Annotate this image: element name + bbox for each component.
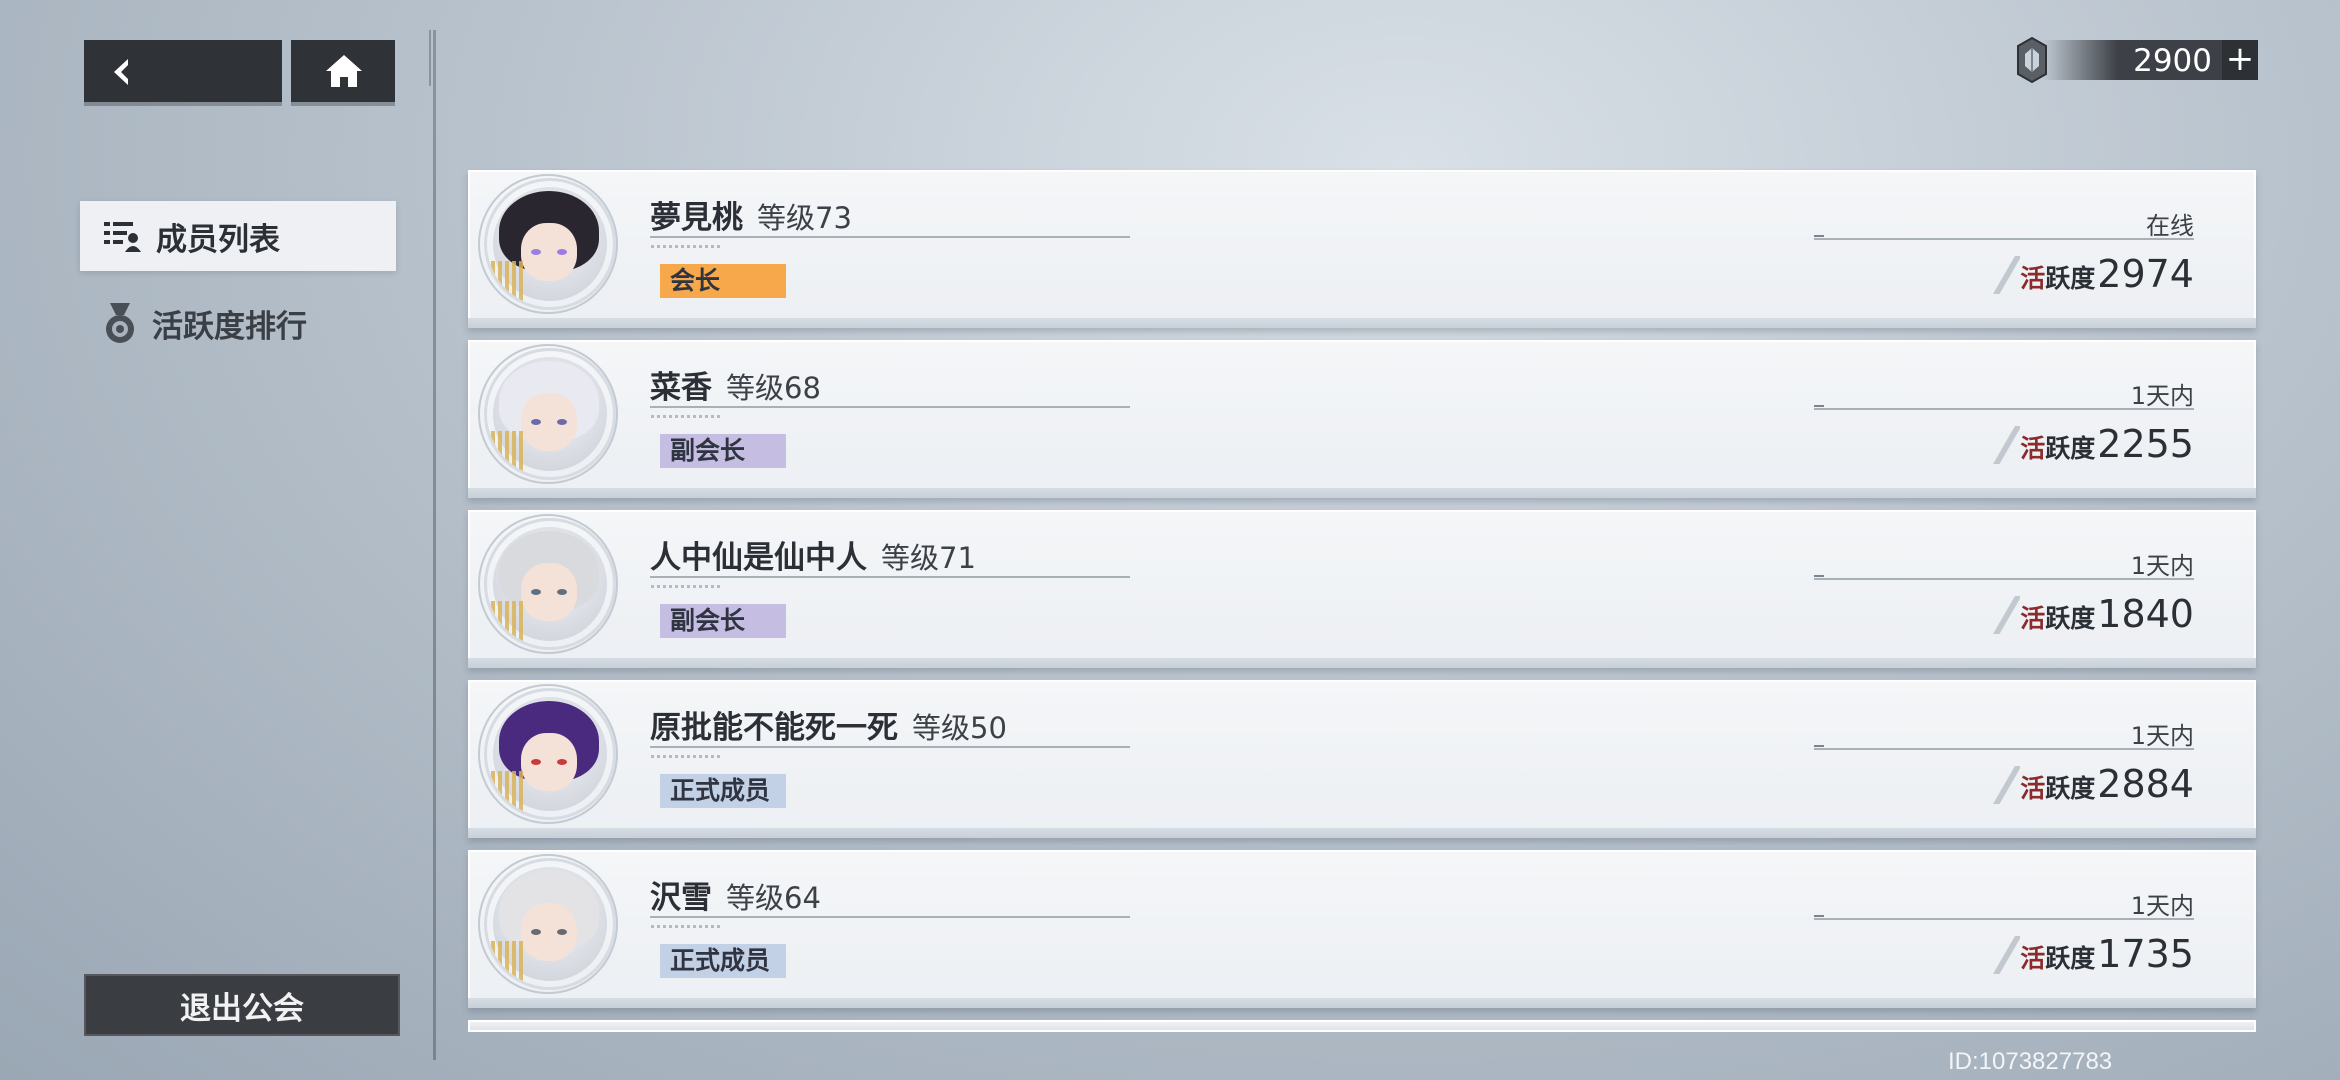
member-level: 等级73 [757, 201, 852, 235]
activity-label-rest: 跃度 [2045, 604, 2096, 633]
sidebar-item-label: 活跃度排行 [152, 308, 307, 345]
activity-label-rest: 跃度 [2045, 944, 2096, 973]
sidebar-item-member-list[interactable]: 成员列表 [80, 201, 396, 271]
member-level: 等级71 [881, 541, 976, 575]
activity-label-rest: 跃度 [2045, 774, 2096, 803]
add-currency-button[interactable]: + [2222, 40, 2258, 80]
member-name: 原批能不能死一死 [650, 710, 898, 746]
role-badge: 副会长 [660, 434, 786, 468]
name-underline-detail [651, 245, 721, 248]
status-underline [1814, 745, 2194, 750]
status-underline [1814, 575, 2194, 580]
activity-label-first: 活 [2020, 944, 2046, 973]
card-bottom-strip [468, 828, 2256, 838]
activity-value: 1735 [2097, 932, 2194, 976]
activity-label-rest: 跃度 [2045, 434, 2096, 463]
activity-score: 活跃度 1840 [1992, 592, 2194, 636]
home-icon [326, 55, 362, 87]
member-name: 夢見桃 [650, 200, 743, 236]
status-underline [1814, 915, 2194, 920]
activity-label: 活跃度 [2020, 259, 2095, 295]
activity-label: 活跃度 [2020, 769, 2095, 805]
name-underline [650, 406, 1130, 408]
gem-icon [2017, 36, 2047, 84]
member-row[interactable]: 沢雪 等级64 正式成员 1天内 活跃度 1735 [468, 850, 2256, 1008]
online-status: 1天内 [2130, 382, 2194, 410]
sidebar-divider [429, 30, 436, 1060]
sidebar-item-label: 成员列表 [156, 221, 280, 258]
role-badge: 会长 [660, 264, 786, 298]
medal-icon [106, 303, 134, 343]
member-row[interactable]: 人中仙是仙中人 等级71 副会长 1天内 活跃度 1840 [468, 510, 2256, 668]
activity-label-first: 活 [2020, 434, 2046, 463]
online-status: 1天内 [2130, 892, 2194, 920]
status-underline [1814, 235, 2194, 240]
activity-score: 活跃度 2974 [1992, 252, 2194, 296]
activity-label-rest: 跃度 [2045, 264, 2096, 293]
currency-amount: 2900 [2133, 43, 2212, 79]
name-underline [650, 746, 1130, 748]
member-name: 沢雪 [650, 880, 712, 916]
name-underline-detail [651, 755, 721, 758]
activity-value: 1840 [2097, 592, 2194, 636]
member-row[interactable]: 菜香 等级68 副会长 1天内 活跃度 2255 [468, 340, 2256, 498]
card-bottom-strip [468, 998, 2256, 1008]
activity-value: 2884 [2097, 762, 2194, 806]
chevron-left-icon [114, 59, 128, 85]
role-badge: 副会长 [660, 604, 786, 638]
role-badge: 正式成员 [660, 774, 786, 808]
online-status: 在线 [2146, 212, 2194, 240]
name-underline-detail [651, 585, 721, 588]
avatar[interactable] [484, 688, 616, 820]
sidebar-item-activity-ranking[interactable]: 活跃度排行 [80, 288, 396, 358]
member-name: 人中仙是仙中人 [650, 540, 867, 576]
avatar[interactable] [484, 178, 616, 310]
guild-id: ID:1073827783 [1948, 1048, 2113, 1075]
status-underline [1814, 405, 2194, 410]
activity-label-first: 活 [2020, 604, 2046, 633]
activity-value: 2255 [2097, 422, 2194, 466]
activity-label: 活跃度 [2020, 429, 2095, 465]
activity-score: 活跃度 2255 [1992, 422, 2194, 466]
currency-display: 2900 + [2012, 36, 2258, 84]
activity-label-first: 活 [2020, 264, 2046, 293]
member-level: 等级64 [726, 881, 821, 915]
back-button[interactable] [84, 40, 282, 102]
activity-label: 活跃度 [2020, 599, 2095, 635]
home-button[interactable] [291, 40, 395, 102]
leave-guild-button[interactable]: 退出公会 [84, 974, 400, 1036]
activity-score: 活跃度 2884 [1992, 762, 2194, 806]
activity-score: 活跃度 1735 [1992, 932, 2194, 976]
member-list-icon [104, 222, 141, 252]
activity-label-first: 活 [2020, 774, 2046, 803]
name-underline-detail [651, 925, 721, 928]
activity-label: 活跃度 [2020, 939, 2095, 975]
member-list: 夢見桃 等级73 会长 在线 活跃度 2974 菜香 等级68 副会长 1天内 … [468, 170, 2256, 1020]
member-level: 等级68 [726, 371, 821, 405]
member-level: 等级50 [912, 711, 1007, 745]
avatar[interactable] [484, 348, 616, 480]
card-bottom-strip [468, 658, 2256, 668]
card-bottom-strip [468, 318, 2256, 328]
avatar[interactable] [484, 858, 616, 990]
online-status: 1天内 [2130, 722, 2194, 750]
name-underline [650, 236, 1130, 238]
name-underline [650, 576, 1130, 578]
avatar[interactable] [484, 518, 616, 650]
name-underline [650, 916, 1130, 918]
name-underline-detail [651, 415, 721, 418]
card-bottom-strip [468, 488, 2256, 498]
member-row[interactable]: 原批能不能死一死 等级50 正式成员 1天内 活跃度 2884 [468, 680, 2256, 838]
role-badge: 正式成员 [660, 944, 786, 978]
member-row[interactable]: 夢見桃 等级73 会长 在线 活跃度 2974 [468, 170, 2256, 328]
activity-value: 2974 [2097, 252, 2194, 296]
member-name: 菜香 [650, 370, 712, 406]
list-item-partial [468, 1020, 2256, 1032]
online-status: 1天内 [2130, 552, 2194, 580]
